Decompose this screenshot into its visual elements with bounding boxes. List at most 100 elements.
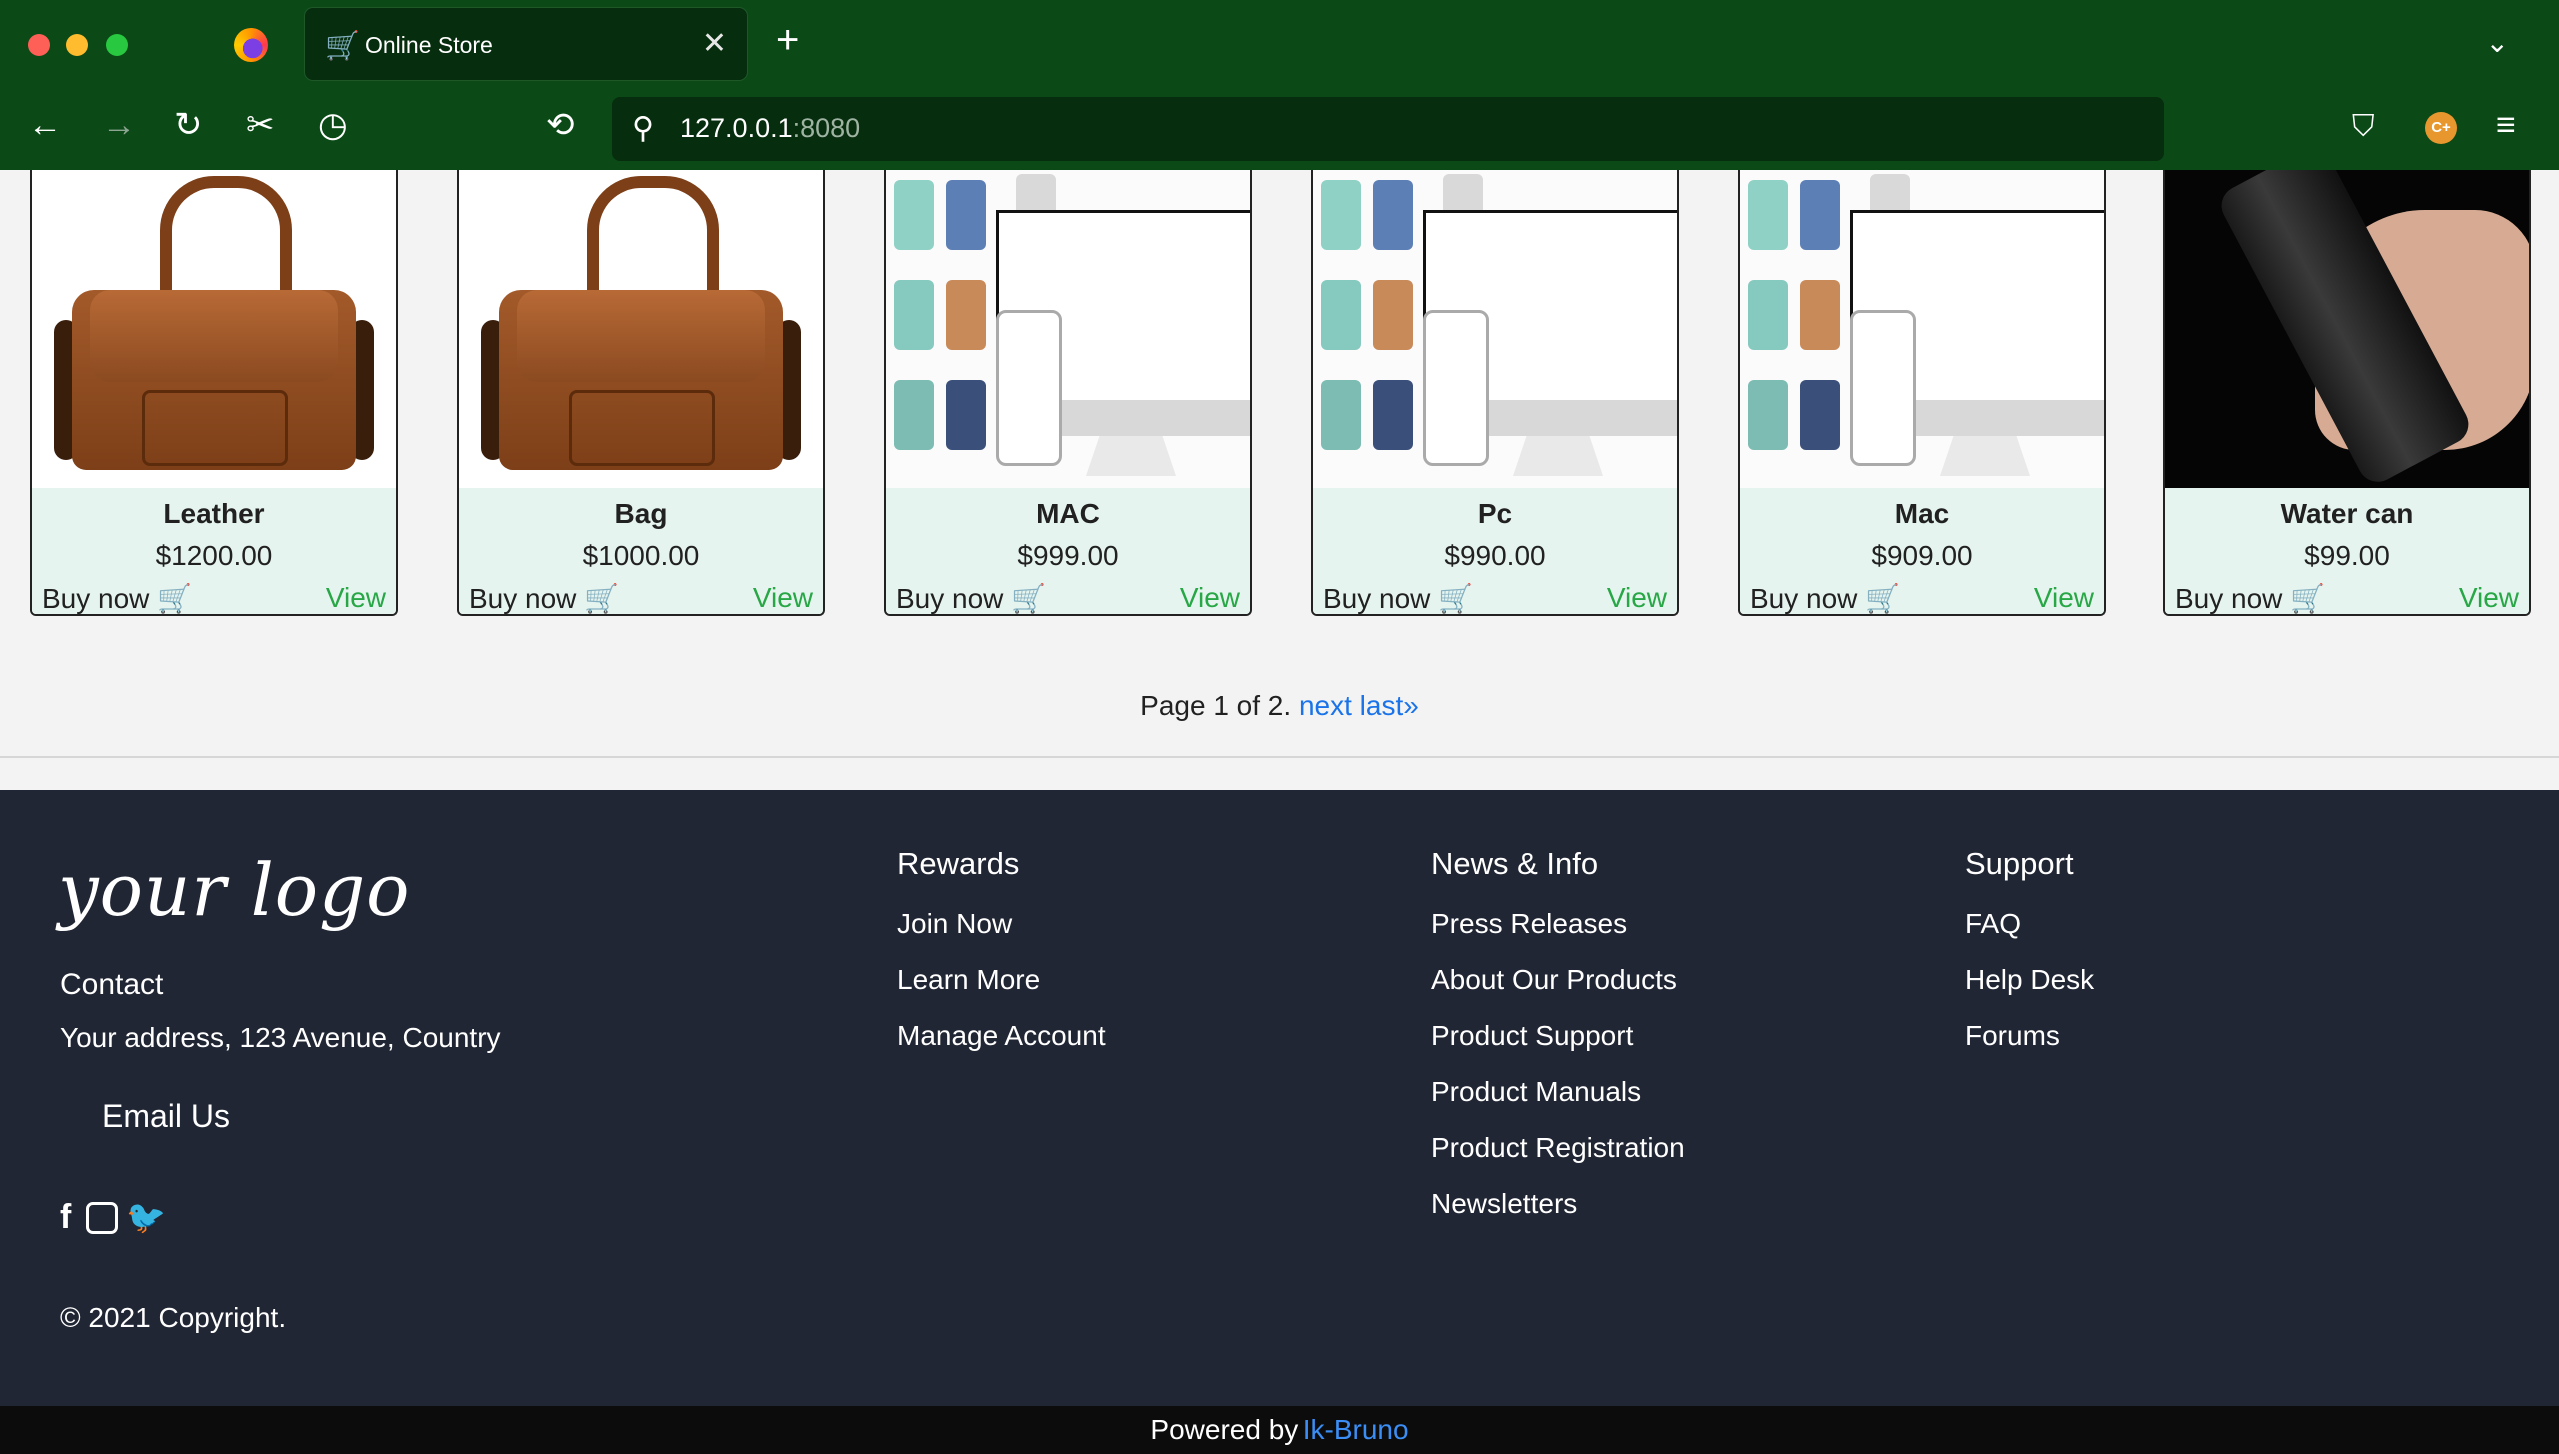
powered-by-link[interactable]: Ik-Bruno: [1303, 1414, 1409, 1445]
product-info: Water can $99.00 Buy now 🛒 View: [2165, 488, 2529, 614]
product-name: Bag: [614, 498, 668, 529]
email-us-link[interactable]: Email Us: [102, 1098, 230, 1135]
history-clock-icon[interactable]: ◷: [318, 108, 348, 142]
close-window-button[interactable]: [28, 34, 50, 56]
url-text[interactable]: 127.0.0.1:8080: [680, 113, 860, 144]
phone-mockup: [1423, 310, 1489, 466]
forward-arrow-icon[interactable]: →: [102, 108, 136, 142]
bag-flap: [517, 290, 765, 382]
mockup-tile: [894, 180, 934, 250]
product-name: Water can: [2280, 498, 2414, 529]
product-card: Leather $1200.00 Buy now 🛒 View: [30, 170, 398, 616]
bag-pocket: [569, 390, 715, 466]
footer-link[interactable]: Newsletters: [1431, 1188, 1577, 1220]
footer-link[interactable]: Product Manuals: [1431, 1076, 1641, 1108]
product-info: Bag $1000.00 Buy now 🛒 View: [459, 488, 823, 614]
footer: your logo Contact Your address, 123 Aven…: [0, 790, 2559, 1406]
buy-now-button[interactable]: Buy now 🛒: [1323, 582, 1473, 614]
recently-closed-icon[interactable]: ⟲: [546, 108, 575, 142]
close-tab-icon[interactable]: ✕: [702, 26, 727, 61]
pagination-next-link[interactable]: next: [1299, 690, 1352, 721]
minimize-window-button[interactable]: [66, 34, 88, 56]
maximize-window-button[interactable]: [106, 34, 128, 56]
product-price: $99.00: [2304, 540, 2390, 571]
product-image-store-mockup[interactable]: [886, 170, 1250, 488]
list-tabs-chevron-icon[interactable]: ⌄: [2486, 26, 2509, 59]
footer-column-heading: Rewards: [897, 846, 1020, 881]
view-link[interactable]: View: [326, 582, 386, 614]
url-port: :8080: [792, 113, 861, 143]
tab-online-store[interactable]: 🛒 Online Store ✕: [305, 8, 747, 80]
product-image-water-can[interactable]: [2165, 170, 2529, 488]
footer-link[interactable]: Manage Account: [897, 1020, 1106, 1052]
view-link[interactable]: View: [1180, 582, 1240, 614]
product-card: Mac $909.00 Buy now 🛒 View: [1738, 170, 2106, 616]
footer-link[interactable]: Press Releases: [1431, 908, 1627, 940]
back-arrow-icon[interactable]: ←: [28, 108, 62, 142]
address-bar[interactable]: ⚲ 127.0.0.1:8080: [612, 97, 2164, 161]
product-card: MAC $999.00 Buy now 🛒 View: [884, 170, 1252, 616]
footer-link[interactable]: Join Now: [897, 908, 1012, 940]
mockup-tile: [1748, 380, 1788, 450]
buy-now-button[interactable]: Buy now 🛒: [1750, 582, 1900, 614]
browser-toolbar: ← → ↻ ✂ ◷ ⟲ ⚲ 127.0.0.1:8080 ⛉ C+ ≡: [0, 90, 2559, 170]
menu-icon[interactable]: ≡: [2496, 108, 2516, 142]
product-price: $999.00: [1017, 540, 1119, 571]
mockup-tile: [1748, 180, 1788, 250]
product-image-leather-bag[interactable]: [32, 170, 396, 488]
footer-link[interactable]: Forums: [1965, 1020, 2060, 1052]
powered-by-bar: Powered by Ik-Bruno: [0, 1406, 2559, 1454]
view-link[interactable]: View: [2034, 582, 2094, 614]
view-link[interactable]: View: [2459, 582, 2519, 614]
view-link[interactable]: View: [753, 582, 813, 614]
buy-now-button[interactable]: Buy now 🛒: [2175, 582, 2325, 614]
mockup-tile: [1321, 380, 1361, 450]
instagram-icon[interactable]: [86, 1202, 118, 1234]
mockup-tile: [1800, 180, 1840, 250]
reload-icon[interactable]: ↻: [174, 108, 203, 142]
new-tab-button[interactable]: +: [776, 20, 799, 60]
pocket-icon[interactable]: ⛉: [2352, 112, 2375, 142]
mockup-tile: [1373, 180, 1413, 250]
facebook-icon[interactable]: f: [60, 1198, 71, 1237]
mockup-tile: [946, 180, 986, 250]
browser-tab-bar: 🛒 Online Store ✕ + ⌄: [0, 0, 2559, 90]
mockup-tile: [946, 280, 986, 350]
mockup-tile: [894, 380, 934, 450]
phone-mockup: [1850, 310, 1916, 466]
footer-link[interactable]: About Our Products: [1431, 964, 1677, 996]
twitter-icon[interactable]: 🐦: [126, 1198, 166, 1236]
powered-by-text: Powered by: [1150, 1414, 1299, 1445]
buy-now-button[interactable]: Buy now 🛒: [469, 582, 619, 614]
product-name: MAC: [1036, 498, 1100, 529]
divider: [0, 756, 2559, 758]
mockup-tile: [1373, 380, 1413, 450]
footer-link[interactable]: FAQ: [1965, 908, 2021, 940]
product-info: MAC $999.00 Buy now 🛒 View: [886, 488, 1250, 614]
buy-now-button[interactable]: Buy now 🛒: [42, 582, 192, 614]
product-image-store-mockup[interactable]: [1740, 170, 2104, 488]
view-link[interactable]: View: [1607, 582, 1667, 614]
buy-now-button[interactable]: Buy now 🛒: [896, 582, 1046, 614]
product-price: $1200.00: [155, 540, 273, 571]
product-card: Water can $99.00 Buy now 🛒 View: [2163, 170, 2531, 616]
footer-link[interactable]: Product Registration: [1431, 1132, 1685, 1164]
screenshot-icon[interactable]: ✂: [246, 108, 275, 142]
product-image-store-mockup[interactable]: [1313, 170, 1677, 488]
product-name: Mac: [1894, 498, 1950, 529]
bag-flap: [90, 290, 338, 382]
footer-logo[interactable]: your logo: [58, 848, 411, 932]
mockup-tile: [1800, 380, 1840, 450]
account-avatar[interactable]: C+: [2425, 112, 2457, 144]
footer-link[interactable]: Learn More: [897, 964, 1040, 996]
product-info: Mac $909.00 Buy now 🛒 View: [1740, 488, 2104, 614]
footer-link[interactable]: Help Desk: [1965, 964, 2094, 996]
footer-link[interactable]: Product Support: [1431, 1020, 1633, 1052]
product-card: Bag $1000.00 Buy now 🛒 View: [457, 170, 825, 616]
mockup-tile: [1373, 280, 1413, 350]
mockup-tile: [894, 280, 934, 350]
product-image-leather-bag[interactable]: [459, 170, 823, 488]
contact-heading: Contact: [60, 968, 164, 1001]
pagination-last-link[interactable]: last»: [1360, 690, 1419, 721]
product-name: Leather: [163, 498, 265, 529]
